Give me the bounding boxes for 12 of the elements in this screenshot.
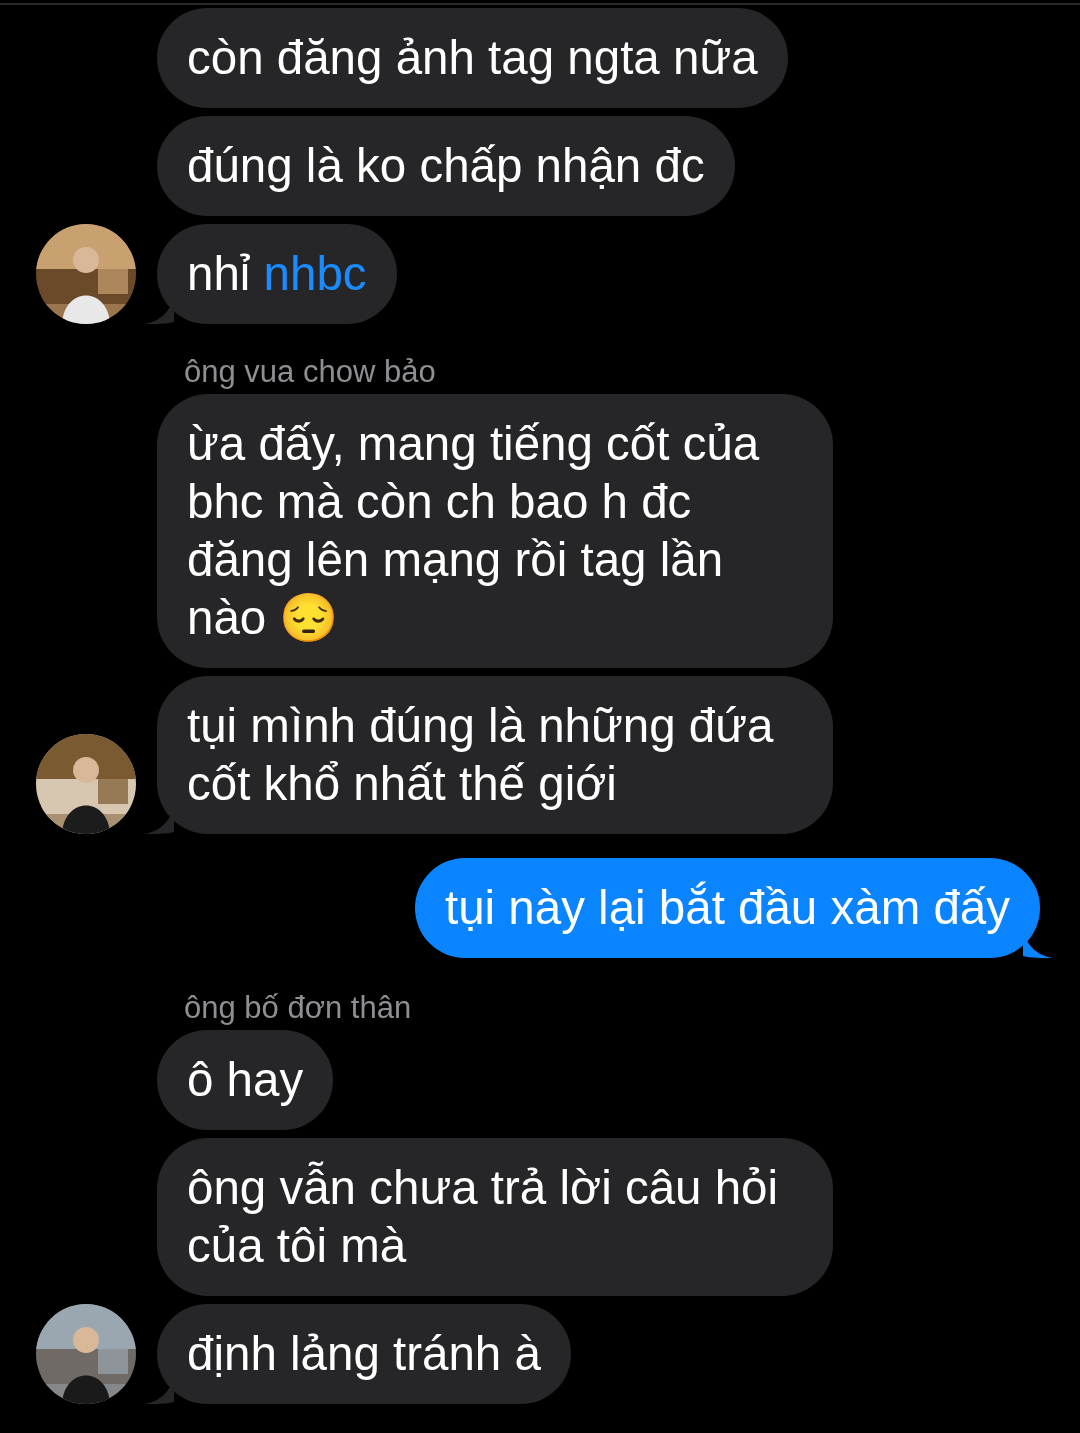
message-bubble: ừa đấy, mang tiếng cốt của bhc mà còn ch bao h đc đăng lên mạng rồi tag lần nào 😔 (157, 394, 833, 668)
sender-name: ông bố đơn thân (183, 989, 413, 1027)
mention-link[interactable]: nhbc (263, 247, 367, 300)
sender-name: ông vua chow bảo (183, 353, 437, 391)
message-bubble: nhỉ nhbc (157, 224, 397, 324)
message-bubble: đúng là ko chấp nhận đc (157, 116, 735, 216)
message-bubble: tụi mình đúng là những đứa cốt khổ nhất thế giới (157, 676, 833, 834)
message-bubble: định lảng tránh à (157, 1304, 571, 1404)
message-bubble: còn đăng ảnh tag ngta nữa (157, 8, 788, 108)
message-bubble: ông vẫn chưa trả lời câu hỏi của tôi mà (157, 1138, 833, 1296)
message-bubble: ô hay (157, 1030, 334, 1130)
message-bubble: tụi này lại bắt đầu xàm đấy (414, 858, 1040, 958)
